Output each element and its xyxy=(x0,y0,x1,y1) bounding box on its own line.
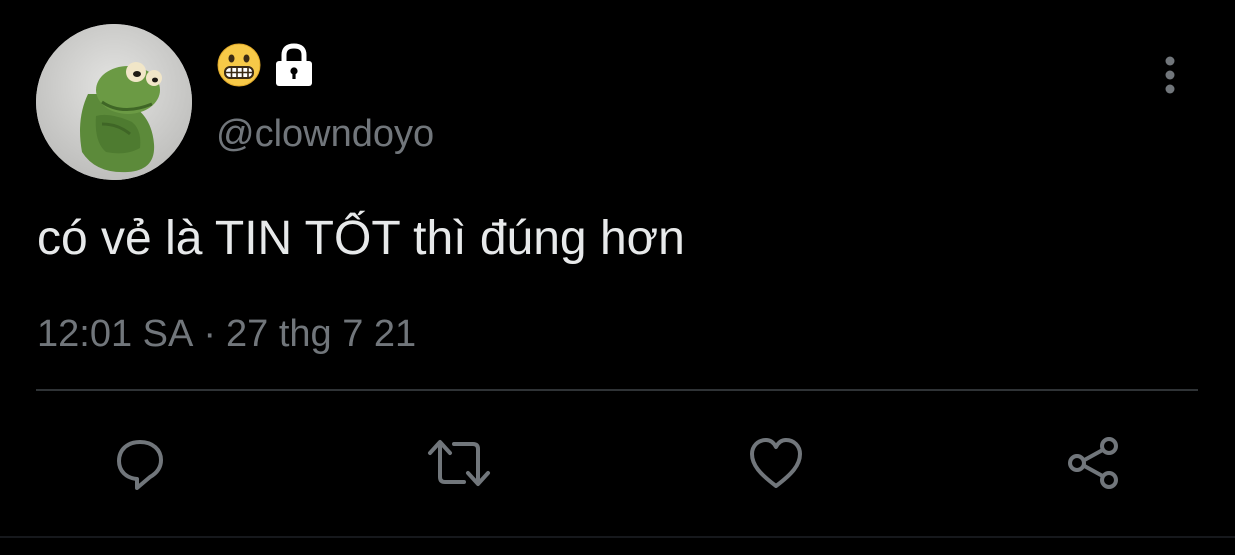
reply-button[interactable] xyxy=(105,428,175,498)
divider xyxy=(36,389,1198,391)
avatar[interactable] xyxy=(36,24,192,180)
user-handle[interactable]: @clowndoyo xyxy=(216,110,434,158)
heart-icon xyxy=(750,438,802,488)
tweet-time: 12:01 SA xyxy=(37,313,194,355)
more-options-button[interactable] xyxy=(1152,52,1188,98)
lock-icon xyxy=(272,42,316,88)
tweet-date: 27 thg 7 21 xyxy=(226,313,417,355)
share-button[interactable] xyxy=(1058,428,1128,498)
bottom-divider xyxy=(0,536,1235,538)
tweet-timestamp[interactable]: 12:01 SA · 27 thg 7 21 xyxy=(37,310,416,358)
meta-separator: · xyxy=(203,313,216,355)
display-name[interactable] xyxy=(216,42,316,88)
grimacing-face-icon xyxy=(216,42,262,88)
retweet-icon xyxy=(428,440,490,486)
share-icon xyxy=(1068,437,1118,489)
more-vertical-icon xyxy=(1165,56,1175,94)
retweet-button[interactable] xyxy=(424,428,494,498)
tweet-text: có vẻ là TIN TỐT thì đúng hơn xyxy=(37,212,685,265)
kermit-avatar-image xyxy=(36,24,192,180)
tweet-detail: @clowndoyo có vẻ là TIN TỐT thì đúng hơn… xyxy=(0,0,1235,555)
like-button[interactable] xyxy=(741,428,811,498)
comment-icon xyxy=(117,440,163,490)
